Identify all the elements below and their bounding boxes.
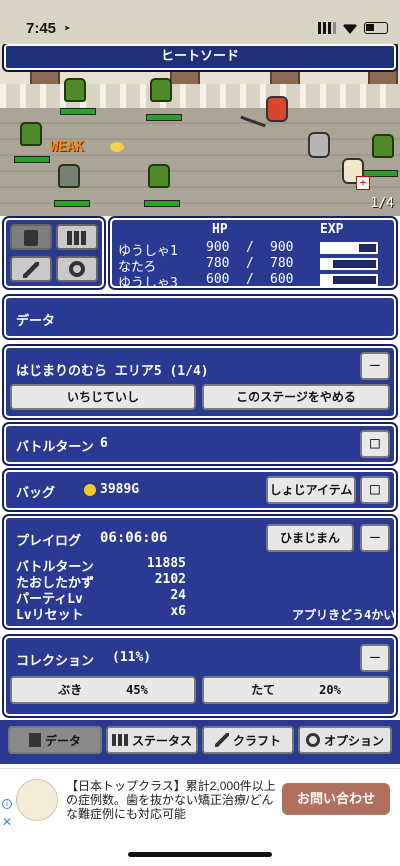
app-launch-count: アプリきどう4かい <box>292 608 396 622</box>
tab-data[interactable]: データ <box>8 726 102 754</box>
wifi-icon <box>342 24 358 34</box>
playlog-stat-label: Lvリセット <box>16 608 84 623</box>
hammer-icon <box>214 733 229 747</box>
clinic-logo <box>16 779 58 821</box>
tab-label: データ <box>44 733 81 748</box>
playlog-stat-value: x6 <box>170 604 186 619</box>
exp-bar <box>320 274 378 286</box>
playlog-collapse-button[interactable]: — <box>360 524 390 552</box>
exp-bar <box>320 258 378 270</box>
ad-info-icon[interactable]: i <box>2 799 12 809</box>
goblin-sprite <box>150 78 172 102</box>
stage-title: はじまりのむら エリア5 (1/4) <box>16 364 209 379</box>
skill-title: ヒートソード <box>4 44 396 70</box>
medic-cross-icon: + <box>356 176 370 190</box>
tab-label: オプション <box>323 733 384 748</box>
bag-label: バッグ <box>16 486 56 501</box>
ad-banner[interactable]: 【日本トップクラス】累計2,000件以上の症例数。歯を抜かない矯正治療/どんな難… <box>0 768 400 832</box>
collection-item-label: たて <box>251 683 276 697</box>
collection-item-weapon[interactable]: ぶき 45% <box>10 676 196 704</box>
member-max-hp: 900 <box>270 240 294 255</box>
gear-icon[interactable] <box>56 256 98 282</box>
collection-percent: (11%) <box>112 650 152 665</box>
tab-craft[interactable]: クラフト <box>202 726 294 754</box>
collection-label: コレクション <box>16 654 95 669</box>
home-indicator <box>128 852 272 857</box>
tab-label: クラフト <box>232 733 281 748</box>
data-header-panel <box>4 296 396 338</box>
spark-icon <box>110 142 124 152</box>
enemy-hp-bar <box>60 108 96 115</box>
weak-indicator: WEAK <box>50 139 84 155</box>
playlog-label: プレイログ <box>16 534 82 549</box>
exp-bar <box>320 242 378 254</box>
goblin-sprite <box>372 134 394 158</box>
hero-red-sprite <box>266 96 288 122</box>
status-bar: 7:45 ➤ <box>0 0 400 44</box>
bag-toggle[interactable]: □ <box>360 476 390 504</box>
document-icon <box>28 733 41 747</box>
collection-item-shield[interactable]: たて 20% <box>202 676 390 704</box>
stage-collapse-button[interactable]: — <box>360 352 390 380</box>
member-max-hp: 780 <box>270 256 294 271</box>
ad-contact-button[interactable]: お問い合わせ <box>282 783 390 815</box>
collection-collapse-button[interactable]: — <box>360 644 390 672</box>
tab-status[interactable]: ステータス <box>106 726 198 754</box>
hp-header: HP <box>212 222 228 237</box>
brag-button[interactable]: ひまじまん <box>266 524 354 552</box>
goblin-sprite <box>58 164 80 188</box>
data-header-label: データ <box>16 314 56 329</box>
signal-icon <box>318 22 336 34</box>
gold-amount: 3989G <box>100 482 140 497</box>
playlog-stat-value: 2102 <box>154 572 186 587</box>
tab-label: ステータス <box>131 733 192 748</box>
collection-item-value: 20% <box>319 683 341 697</box>
hp-separator: / <box>246 272 254 287</box>
goblin-sprite <box>64 78 86 102</box>
battle-turn-label: バトルターン <box>16 440 94 455</box>
goblin-sprite <box>20 122 42 146</box>
enemy-hp-bar <box>144 200 180 207</box>
goblin-sprite <box>148 164 170 188</box>
collection-item-value: 45% <box>126 683 148 697</box>
party-icon[interactable] <box>56 224 98 250</box>
location-arrow-icon: ➤ <box>64 22 71 35</box>
battery-icon <box>364 22 388 34</box>
home-indicator-area <box>0 832 400 866</box>
exp-header: EXP <box>320 222 344 237</box>
quit-stage-button[interactable]: このステージをやめる <box>202 384 390 410</box>
playlog-stat-value: 24 <box>170 588 186 603</box>
pause-button[interactable]: いちじていし <box>10 384 196 410</box>
document-icon[interactable] <box>10 224 52 250</box>
enemy-hp-bar <box>54 200 90 207</box>
clock: 7:45 <box>26 20 57 37</box>
playlog-stat-value: 11885 <box>146 556 186 571</box>
member-max-hp: 600 <box>270 272 294 287</box>
hero-knight-sprite <box>308 132 330 158</box>
member-hp: 600 <box>206 272 230 287</box>
page-indicator: 1/4 <box>370 196 394 211</box>
enemy-hp-bar <box>14 156 50 163</box>
enemy-hp-bar <box>146 114 182 121</box>
hammer-icon[interactable] <box>10 256 52 282</box>
ad-close-icon[interactable]: ✕ <box>2 815 12 829</box>
member-name: ゆうしゃ3 <box>118 276 178 291</box>
gear-icon <box>305 733 320 747</box>
hp-separator: / <box>246 240 254 255</box>
gold-coin-icon <box>84 484 96 496</box>
battle-scene[interactable]: ヒートソード WEAK + 1/4 <box>0 44 400 216</box>
inventory-button[interactable]: しょじアイテム <box>266 476 356 504</box>
collection-item-label: ぶき <box>58 683 83 697</box>
party-icon <box>111 734 128 746</box>
hp-separator: / <box>246 256 254 271</box>
member-hp: 780 <box>206 256 230 271</box>
fence <box>0 84 400 110</box>
tab-options[interactable]: オプション <box>298 726 392 754</box>
member-hp: 900 <box>206 240 230 255</box>
playtime: 06:06:06 <box>100 530 168 546</box>
battle-turn-toggle[interactable]: □ <box>360 430 390 458</box>
battle-turn-value: 6 <box>100 436 108 451</box>
ad-text: 【日本トップクラス】累計2,000件以上の症例数。歯を抜かない矯正治療/どんな難… <box>66 779 276 821</box>
